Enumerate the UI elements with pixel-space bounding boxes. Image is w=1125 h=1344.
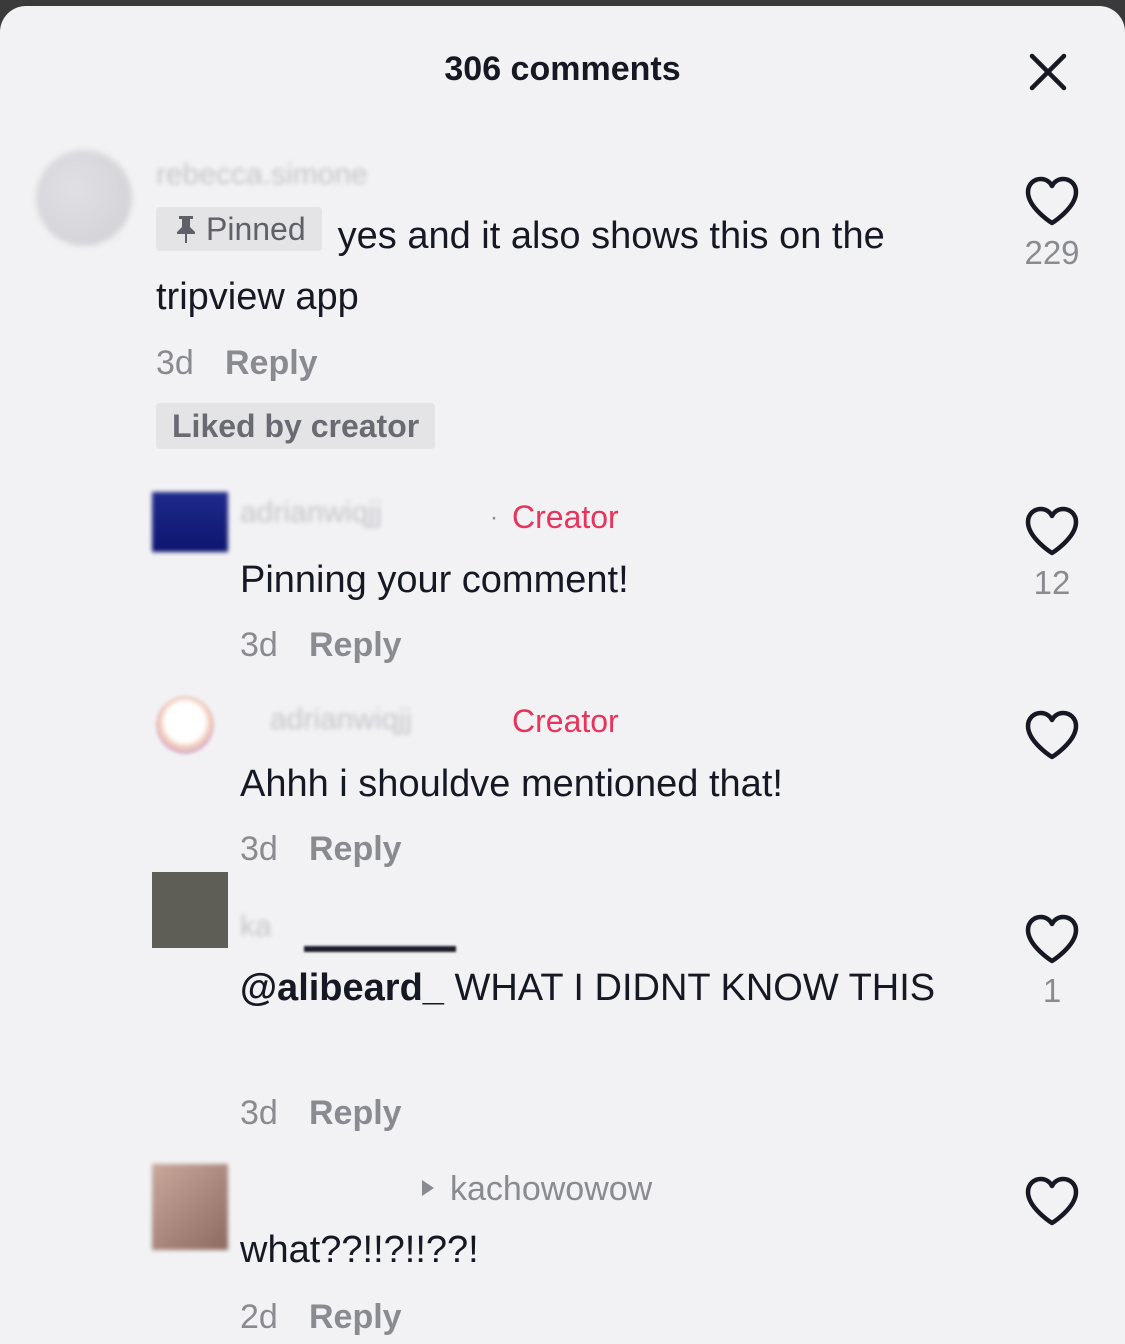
reply-button[interactable]: Reply [225,344,318,383]
comment-text: Pinned yes and it also shows this on the… [156,206,956,328]
like-count: 12 [1033,564,1071,601]
pin-icon [177,216,195,243]
comment-username[interactable]: rebecca.simone [156,158,368,192]
comment-time: 3d [240,1094,278,1132]
comment-time: 3d [240,626,278,664]
like-button[interactable] [1024,710,1080,762]
heart-outline-icon [1025,1176,1079,1226]
liked-by-creator-badge: Liked by creator [156,403,436,449]
like-button[interactable] [1024,914,1080,966]
heart-outline-icon [1025,914,1079,964]
comment-username[interactable]: adrianwiqjj [240,496,382,530]
close-button[interactable] [1018,42,1078,102]
avatar[interactable] [152,872,228,948]
creator-tag: Creator [512,499,619,535]
comments-count-title: 306 comments [444,50,681,88]
comments-sheet: 306 comments rebecca.simone Pinned yes a… [0,6,1125,1344]
comment-username[interactable]: ka [240,910,272,944]
separator-dot: · [490,504,498,531]
heart-outline-icon [1025,506,1079,556]
comment-text: Ahhh i shouldve mentioned that! [240,763,783,805]
username-redaction [304,946,456,952]
pinned-badge: Pinned [156,207,322,251]
reply-button[interactable]: Reply [309,1094,402,1133]
comment-time: 2d [240,1298,278,1336]
avatar[interactable] [152,1164,228,1250]
comment-text: Pinning your comment! [240,559,629,601]
heart-outline-icon [1025,710,1079,760]
pinned-label: Pinned [206,211,306,247]
comment-body: WHAT I DIDNT KNOW THIS [443,967,936,1009]
like-button[interactable] [1024,1176,1080,1228]
like-count: 229 [1024,234,1080,271]
reply-button[interactable]: Reply [309,626,402,665]
reply-button[interactable]: Reply [309,1298,402,1337]
creator-tag: Creator [512,703,619,739]
like-button[interactable] [1024,176,1080,228]
like-button[interactable] [1024,506,1080,558]
like-count: 1 [1042,972,1062,1009]
reply-button[interactable]: Reply [309,830,402,869]
reply-to-username[interactable]: kachowowow [450,1170,652,1208]
caret-right-icon [422,1180,434,1196]
heart-outline-icon [1025,176,1079,226]
close-icon [1029,53,1067,91]
avatar[interactable] [36,150,132,246]
reply-to-indicator: kachowowow [420,1170,652,1209]
comment-username[interactable]: adrianwiqjj [270,703,412,737]
comment-text: what??!!?!!??! [240,1229,479,1271]
comment-time: 3d [240,830,278,868]
mention-link[interactable]: @alibeard_ [240,967,444,1009]
comment-text: @alibeard_ WHAT I DIDNT KNOW THIS [240,958,940,1019]
avatar[interactable] [156,696,214,754]
avatar[interactable] [152,492,228,552]
comment-time: 3d [156,344,194,382]
